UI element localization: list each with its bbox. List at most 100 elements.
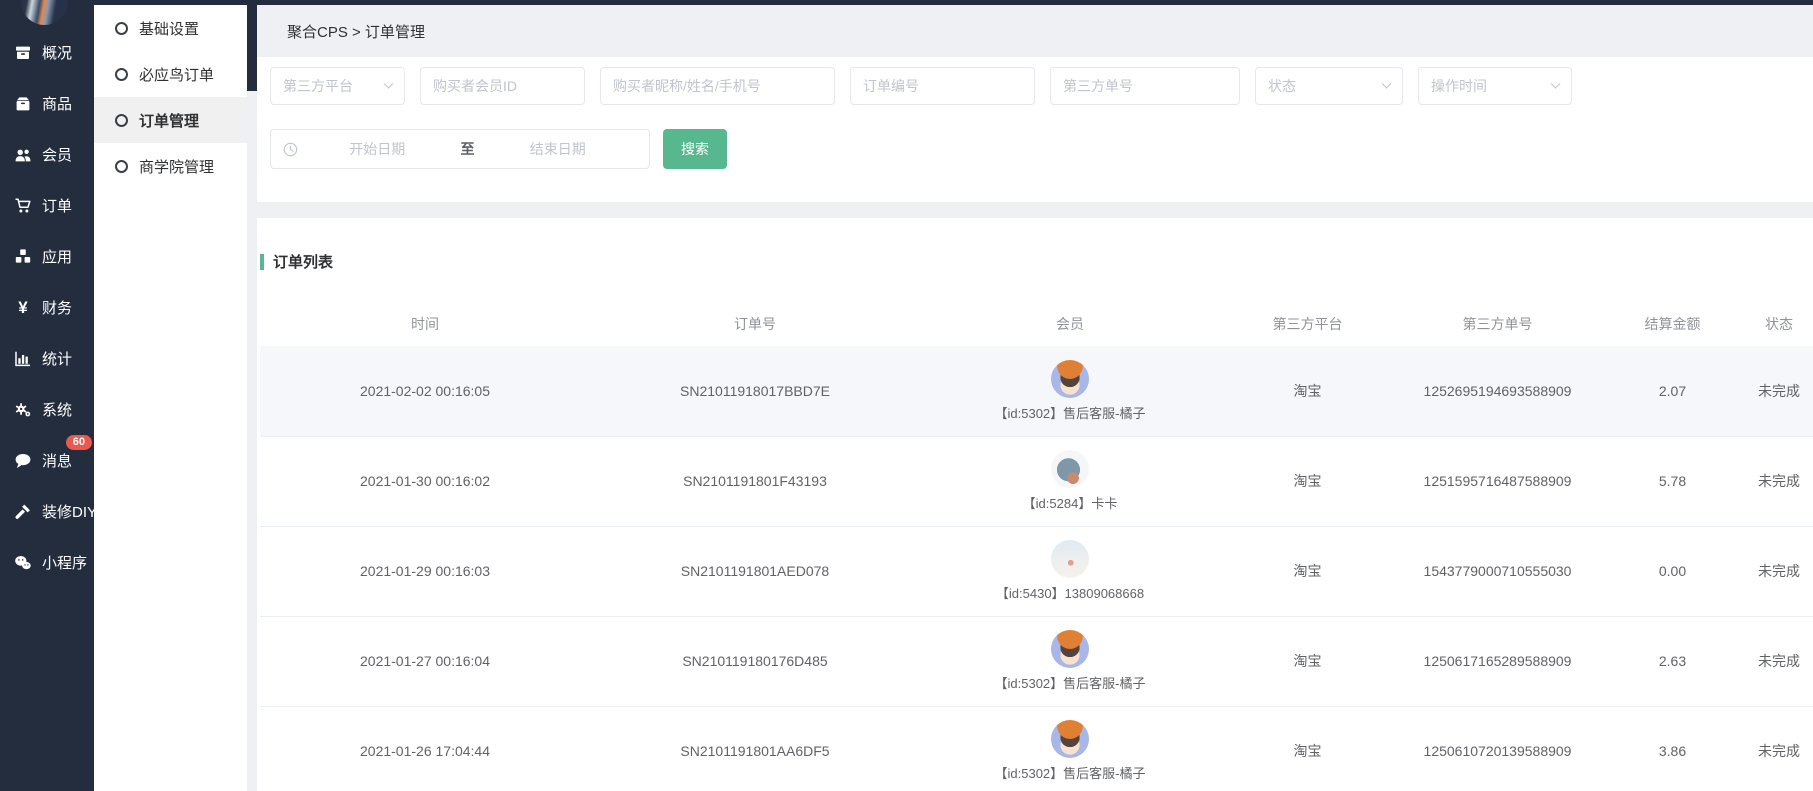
chevron-down-icon [384, 78, 394, 88]
cell-status: 未完成 [1745, 436, 1813, 526]
miniprogram-icon [13, 554, 33, 572]
column-header: 状态 [1745, 302, 1813, 346]
submenu-item-基础设置[interactable]: 基础设置 [94, 5, 247, 51]
date-separator: 至 [457, 139, 479, 159]
cell-platform: 淘宝 [1220, 436, 1395, 526]
status-select[interactable]: 状态 [1255, 67, 1403, 105]
op-time-select-placeholder: 操作时间 [1431, 76, 1487, 96]
submenu-item-商学院管理[interactable]: 商学院管理 [94, 143, 247, 189]
title-accent-bar [260, 254, 264, 270]
date-range-picker[interactable]: 开始日期 至 结束日期 [270, 129, 650, 169]
scrollbar-thumb[interactable] [247, 5, 257, 91]
apps-icon [13, 248, 33, 266]
sidebar-item-miniprogram[interactable]: 小程序 [0, 537, 94, 588]
chevron-down-icon [1382, 78, 1392, 88]
table-header-row: 时间订单号会员第三方平台第三方单号结算金额状态 [260, 302, 1813, 346]
sidebar-item-stats[interactable]: 统计 [0, 333, 94, 384]
sidebar-item-diy[interactable]: 装修DIY [0, 486, 94, 537]
sidebar-item-label: 应用 [42, 246, 72, 267]
radio-circle-icon [115, 160, 128, 173]
buyer-id-input[interactable] [420, 67, 585, 105]
avatar[interactable] [21, 0, 68, 25]
cell-amount: 5.78 [1600, 436, 1745, 526]
sidebar-item-label: 小程序 [42, 552, 87, 573]
avatar-girl-orange-hat [1051, 720, 1089, 758]
sidebar-item-label: 财务 [42, 297, 72, 318]
radio-circle-icon [115, 22, 128, 35]
sidebar-item-apps[interactable]: 应用 [0, 231, 94, 282]
sidebar-item-finance[interactable]: ¥ 财务 [0, 282, 94, 333]
sidebar-item-members[interactable]: 会员 [0, 129, 94, 180]
sidebar-item-system[interactable]: 系统 [0, 384, 94, 435]
cell-third-party-no: 1543779000710555030 [1395, 526, 1600, 616]
messages-badge: 60 [66, 435, 92, 450]
section-gap [257, 202, 1813, 218]
search-button[interactable]: 搜索 [663, 129, 727, 169]
submenu-item-订单管理[interactable]: 订单管理 [94, 97, 247, 143]
cell-member: 【id:5302】售后客服-橘子 [920, 706, 1220, 791]
cell-platform: 淘宝 [1220, 706, 1395, 791]
column-header: 结算金额 [1600, 302, 1745, 346]
secondary-sidebar: 基础设置 必应鸟订单 订单管理 商学院管理 [94, 5, 257, 791]
cell-order-no: SN2101191801AED078 [590, 526, 920, 616]
third-party-no-input[interactable] [1050, 67, 1240, 105]
start-date-input[interactable]: 开始日期 [298, 139, 457, 159]
column-header: 会员 [920, 302, 1220, 346]
avatar-girl-orange-hat [1051, 630, 1089, 668]
table-row: 2021-02-02 00:16:05 SN21011918017BBD7E 【… [260, 346, 1813, 436]
cell-order-no: SN210119180176D485 [590, 616, 920, 706]
sidebar-item-label: 装修DIY [42, 501, 97, 522]
cell-platform: 淘宝 [1220, 526, 1395, 616]
submenu-item-label: 必应鸟订单 [139, 64, 214, 85]
cell-time: 2021-01-30 00:16:02 [260, 436, 590, 526]
platform-select[interactable]: 第三方平台 [270, 67, 405, 105]
breadcrumb: 聚合CPS > 订单管理 [257, 5, 1813, 57]
diy-icon [13, 503, 33, 521]
table-row: 2021-01-27 00:16:04 SN210119180176D485 【… [260, 616, 1813, 706]
end-date-input[interactable]: 结束日期 [479, 139, 638, 159]
table-row: 2021-01-30 00:16:02 SN2101191801F43193 【… [260, 436, 1813, 526]
table-row: 2021-01-26 17:04:44 SN2101191801AA6DF5 【… [260, 706, 1813, 791]
avatar-hippo [1051, 450, 1089, 488]
sidebar-item-label: 订单 [42, 195, 72, 216]
member-label: 【id:5302】售后客服-橘子 [995, 673, 1146, 692]
column-header: 第三方平台 [1220, 302, 1395, 346]
op-time-select[interactable]: 操作时间 [1418, 67, 1572, 105]
overview-icon [13, 44, 33, 62]
cell-order-no: SN21011918017BBD7E [590, 346, 920, 436]
stats-icon [13, 350, 33, 368]
sidebar-item-label: 系统 [42, 399, 72, 420]
sidebar-item-orders[interactable]: 订单 [0, 180, 94, 231]
cell-third-party-no: 1250617165289588909 [1395, 616, 1600, 706]
main-content: 聚合CPS > 订单管理 第三方平台 状态 [257, 5, 1813, 791]
cell-member: 【id:5430】13809068668 [920, 526, 1220, 616]
cell-time: 2021-01-27 00:16:04 [260, 616, 590, 706]
cell-time: 2021-01-26 17:04:44 [260, 706, 590, 791]
sidebar-item-overview[interactable]: 概况 [0, 27, 94, 78]
submenu-item-label: 基础设置 [139, 18, 199, 39]
products-icon [13, 95, 33, 113]
primary-sidebar: 概况 商品 会员 订单 应用 ¥ 财务 统计 系统 消息 60 装修DIY 小程… [0, 5, 94, 791]
column-header: 第三方单号 [1395, 302, 1600, 346]
cell-third-party-no: 1251595716487588909 [1395, 436, 1600, 526]
sidebar-item-products[interactable]: 商品 [0, 78, 94, 129]
cell-status: 未完成 [1745, 706, 1813, 791]
sidebar-item-messages[interactable]: 消息 60 [0, 435, 94, 486]
member-label: 【id:5284】卡卡 [1023, 493, 1118, 512]
member-label: 【id:5302】售后客服-橘子 [995, 763, 1146, 782]
table-row: 2021-01-29 00:16:03 SN2101191801AED078 【… [260, 526, 1813, 616]
radio-circle-icon [115, 68, 128, 81]
submenu-scrollbar[interactable] [247, 5, 257, 791]
cell-member: 【id:5302】售后客服-橘子 [920, 616, 1220, 706]
submenu-item-必应鸟订单[interactable]: 必应鸟订单 [94, 51, 247, 97]
cell-status: 未完成 [1745, 346, 1813, 436]
admin-app: 概况 商品 会员 订单 应用 ¥ 财务 统计 系统 消息 60 装修DIY 小程… [0, 0, 1813, 791]
messages-icon [13, 452, 33, 470]
finance-icon: ¥ [13, 299, 33, 317]
buyer-name-input[interactable] [600, 67, 835, 105]
cell-time: 2021-01-29 00:16:03 [260, 526, 590, 616]
cell-amount: 3.86 [1600, 706, 1745, 791]
sidebar-item-label: 概况 [42, 42, 72, 63]
cell-order-no: SN2101191801AA6DF5 [590, 706, 920, 791]
order-no-input[interactable] [850, 67, 1035, 105]
